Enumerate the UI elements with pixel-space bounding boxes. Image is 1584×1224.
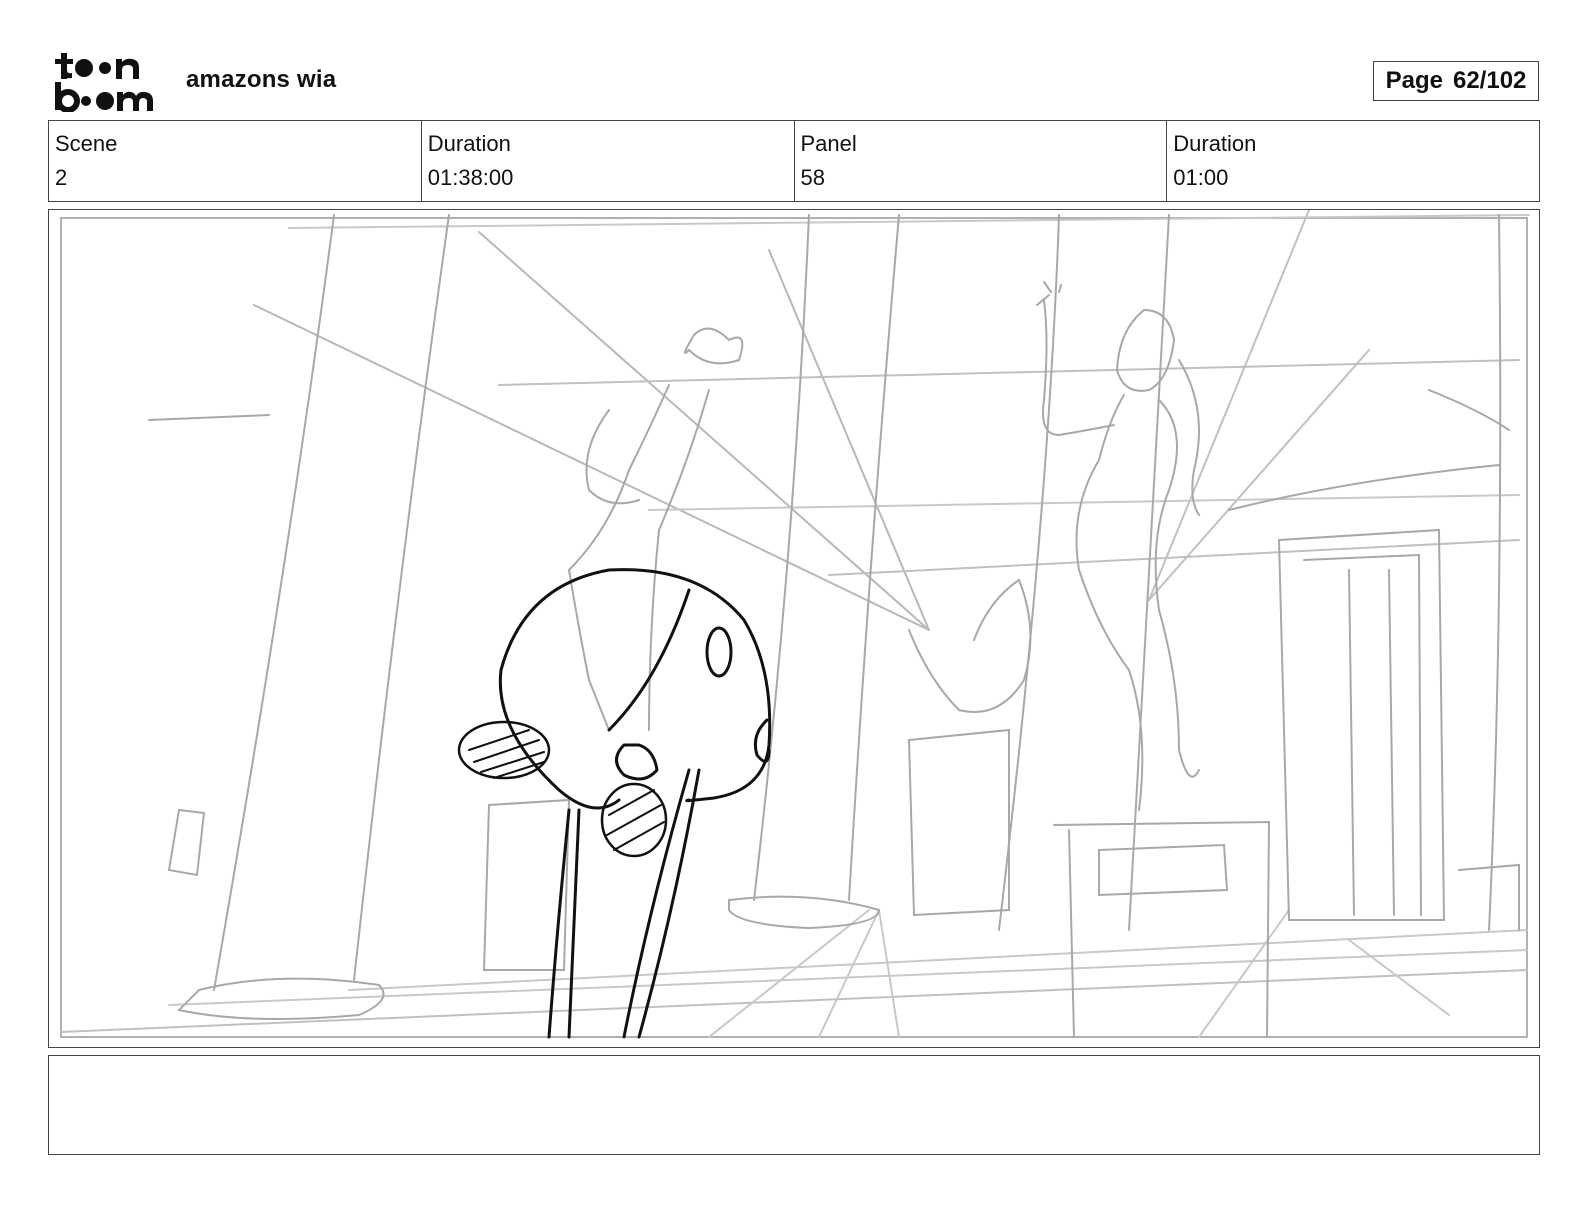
panel-duration-label: Duration	[1173, 131, 1257, 156]
scene-duration-cell: Duration 01:38:00	[420, 121, 794, 201]
panel-duration-cell: Duration 01:00	[1166, 121, 1539, 201]
panel-value: 58	[800, 165, 825, 190]
page-indicator: Page 62/102	[1373, 61, 1539, 101]
storyboard-panel-frame	[48, 209, 1540, 1048]
panel-label: Panel	[800, 131, 857, 156]
scene-value: 2	[55, 165, 68, 190]
scene-cell: Scene 2	[49, 121, 421, 201]
scene-label: Scene	[55, 131, 118, 156]
storyboard-sketch-icon	[60, 210, 1530, 1039]
caption-box	[48, 1055, 1540, 1155]
scene-duration-label: Duration	[427, 131, 511, 156]
toon-boom-logo-icon	[55, 53, 153, 112]
panel-info-table: Scene 2 Duration 01:38:00 Panel 58 Durat…	[48, 120, 1540, 202]
page-number: 62/102	[1452, 67, 1527, 94]
project-title: amazons wia	[186, 66, 337, 93]
scene-duration-value: 01:38:00	[427, 165, 514, 190]
panel-cell: Panel 58	[793, 121, 1167, 201]
page-label: Page	[1385, 67, 1443, 94]
panel-duration-value: 01:00	[1173, 165, 1229, 190]
